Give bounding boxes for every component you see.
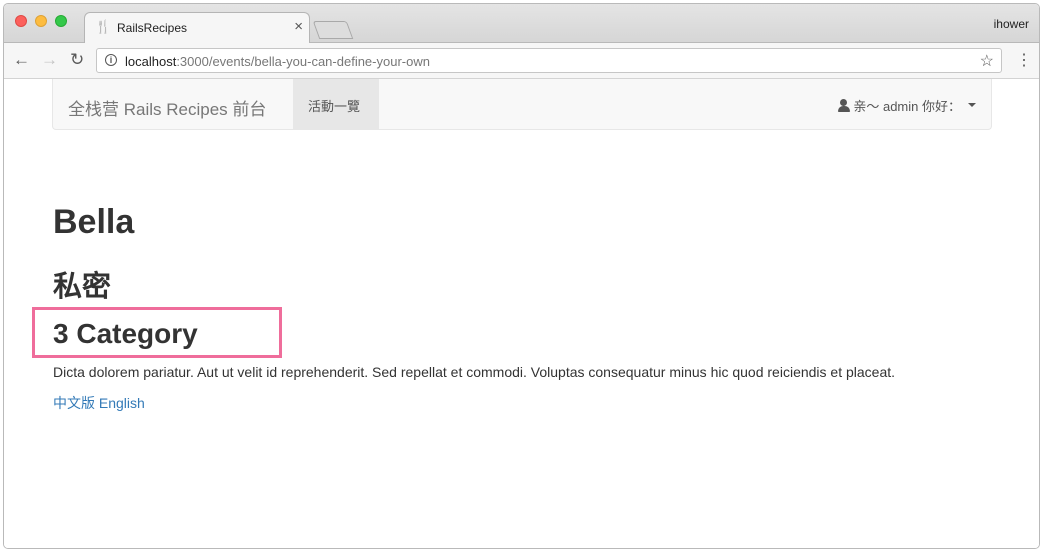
star-icon[interactable]: ☆ xyxy=(980,51,994,71)
event-category: 3 Category xyxy=(53,318,198,349)
browser-tab[interactable]: 🍴 RailsRecipes × xyxy=(84,12,310,43)
url-path: :3000/events/bella-you-can-define-your-o… xyxy=(176,54,430,69)
caret-down-icon[interactable] xyxy=(968,103,976,107)
close-window-button[interactable] xyxy=(15,15,27,27)
navbar-brand[interactable]: 全栈营 Rails Recipes 前台 xyxy=(68,95,266,120)
lang-en-link[interactable]: English xyxy=(99,395,145,411)
event-status: 私密 xyxy=(53,271,112,303)
info-icon[interactable]: i xyxy=(105,54,117,66)
user-icon xyxy=(837,99,851,113)
reload-icon[interactable]: ↻ xyxy=(70,50,84,70)
forward-arrow-icon[interactable]: → xyxy=(41,50,58,70)
maximize-window-button[interactable] xyxy=(55,15,67,27)
language-links: 中文版 English xyxy=(53,393,145,413)
minimize-window-button[interactable] xyxy=(35,15,47,27)
url-text: localhost:3000/events/bella-you-can-defi… xyxy=(125,54,430,69)
event-description: Dicta dolorem pariatur. Aut ut velit id … xyxy=(53,364,896,380)
new-tab-button[interactable] xyxy=(312,21,354,39)
tab-title: RailsRecipes xyxy=(117,21,188,35)
user-greeting: 亲～ admin 你好： xyxy=(853,99,961,114)
browser-toolbar: ← → ↻ i localhost:3000/events/bella-you-… xyxy=(4,43,1039,79)
browser-window: 🍴 RailsRecipes × ihower ← → ↻ i localhos… xyxy=(3,3,1040,549)
event-title: Bella xyxy=(53,203,135,241)
nav-item-events[interactable]: 活動一覽 xyxy=(293,79,379,129)
url-host: localhost xyxy=(125,54,177,69)
site-navbar: 全栈营 Rails Recipes 前台 活動一覽 亲～ admin 你好： xyxy=(52,79,992,130)
lang-zh-link[interactable]: 中文版 xyxy=(53,395,95,411)
title-bar: 🍴 RailsRecipes × ihower xyxy=(4,4,1039,43)
user-dropdown[interactable]: 亲～ admin 你好： xyxy=(837,96,961,115)
profile-name[interactable]: ihower xyxy=(994,17,1029,31)
page-content: 全栈营 Rails Recipes 前台 活動一覽 亲～ admin 你好： B… xyxy=(4,79,1039,548)
address-bar[interactable]: i localhost:3000/events/bella-you-can-de… xyxy=(96,48,1002,73)
fork-knife-icon: 🍴 xyxy=(95,19,112,34)
kebab-menu-icon[interactable]: ⋮ xyxy=(1016,50,1032,70)
back-arrow-icon[interactable]: ← xyxy=(13,50,30,70)
tab-close-icon[interactable]: × xyxy=(294,18,303,35)
nav-item-events-label: 活動一覽 xyxy=(308,99,361,114)
